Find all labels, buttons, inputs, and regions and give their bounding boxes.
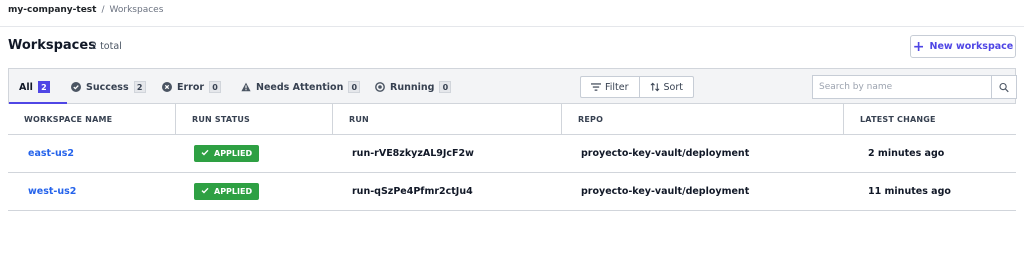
tab-all-count: 2: [37, 81, 50, 93]
status-badge: APPLIED: [194, 145, 260, 162]
repo-name: proyecto-key-vault/deployment: [581, 186, 750, 197]
tab-success-label: Success: [86, 81, 129, 93]
breadcrumb-org-link[interactable]: my-company-test: [8, 5, 96, 15]
table-row: east-us2 APPLIED run-rVE8zkyzAL9JcF2w pr…: [8, 135, 1016, 173]
breadcrumb: my-company-test / Workspaces: [8, 5, 163, 15]
workspace-total-count: 2 total: [91, 41, 122, 52]
filter-sort-group: Filter Sort: [580, 76, 695, 98]
breadcrumb-separator: /: [101, 5, 105, 15]
tab-success[interactable]: Success 2: [71, 69, 146, 105]
tab-all-label: All: [19, 81, 33, 93]
run-id: run-qSzPe4Pfmr2ctJu4: [352, 186, 473, 197]
latest-change: 11 minutes ago: [868, 186, 951, 197]
filter-icon: [591, 82, 601, 92]
table-row: west-us2 APPLIED run-qSzPe4Pfmr2ctJu4 pr…: [8, 173, 1016, 211]
column-header-latest-change: Latest Change: [843, 104, 1016, 134]
table-header: Workspace Name Run Status Run Repo Lates…: [8, 104, 1016, 135]
check-icon: [201, 149, 209, 158]
tab-running[interactable]: Running 0: [375, 69, 452, 105]
column-header-workspace-name: Workspace Name: [24, 114, 113, 124]
new-workspace-button[interactable]: + New workspace: [910, 35, 1016, 58]
running-icon: [375, 82, 385, 92]
search-button[interactable]: [991, 76, 1016, 98]
run-id: run-rVE8zkyzAL9JcF2w: [352, 148, 474, 159]
sort-label: Sort: [663, 81, 684, 93]
status-badge-label: APPLIED: [214, 187, 253, 196]
filter-label: Filter: [605, 81, 629, 93]
sort-icon: [650, 82, 660, 92]
sort-button[interactable]: Sort: [638, 77, 693, 97]
search-box: [812, 75, 1017, 99]
breadcrumb-current: Workspaces: [109, 5, 164, 15]
search-icon: [999, 82, 1009, 92]
check-icon: [201, 187, 209, 196]
tab-running-count: 0: [439, 81, 452, 93]
tab-error[interactable]: Error 0: [162, 69, 222, 105]
x-circle-icon: [162, 82, 172, 92]
repo-name: proyecto-key-vault/deployment: [581, 148, 750, 159]
tab-success-count: 2: [133, 81, 146, 93]
workspace-name-link[interactable]: west-us2: [28, 186, 76, 197]
tab-error-label: Error: [177, 81, 205, 93]
column-header-run: Run: [332, 104, 561, 134]
tab-error-count: 0: [209, 81, 222, 93]
tab-needs-attention[interactable]: Needs Attention 0: [241, 69, 361, 105]
filter-button[interactable]: Filter: [581, 77, 639, 97]
check-circle-icon: [71, 82, 81, 92]
workspace-name-link[interactable]: east-us2: [28, 148, 74, 159]
column-header-run-status: Run Status: [175, 104, 332, 134]
warning-icon: [241, 82, 251, 92]
latest-change: 2 minutes ago: [868, 148, 945, 159]
status-badge: APPLIED: [194, 183, 260, 200]
status-badge-label: APPLIED: [214, 149, 253, 158]
new-workspace-label: New workspace: [929, 41, 1014, 52]
search-input[interactable]: [813, 76, 991, 98]
tab-all[interactable]: All 2: [19, 69, 50, 105]
tab-needs-attention-count: 0: [348, 81, 361, 93]
plus-icon: +: [912, 38, 925, 55]
status-tab-bar: All 2 Success 2 Error 0 Needs Attention …: [8, 68, 1017, 105]
column-header-repo: Repo: [561, 104, 843, 134]
header-divider: [0, 26, 1024, 27]
tab-needs-attention-label: Needs Attention: [256, 81, 344, 93]
workspaces-table: Workspace Name Run Status Run Repo Lates…: [8, 104, 1016, 211]
tab-running-label: Running: [390, 81, 435, 93]
page-title: Workspaces: [8, 38, 96, 53]
